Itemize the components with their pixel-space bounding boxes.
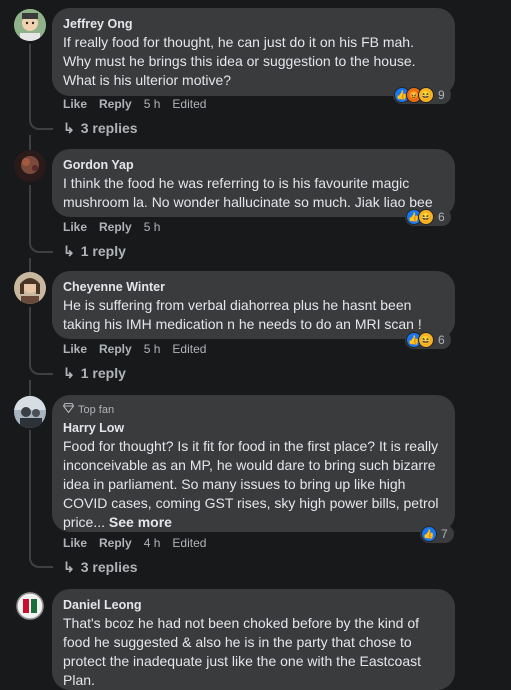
comment-bubble: Jeffrey Ong If really food for thought, … (52, 8, 455, 96)
thread-line (29, 135, 31, 150)
comment-timestamp[interactable]: 5 h (144, 97, 161, 111)
like-button[interactable]: Like (63, 342, 87, 356)
reply-arrow-icon: ↳ (63, 243, 75, 259)
avatar[interactable] (14, 9, 46, 41)
comment-actions: Like Reply 5 h Edited (63, 97, 206, 111)
comment-actions: Like Reply 5 h Edited (63, 342, 206, 356)
comment-timestamp[interactable]: 5 h (144, 220, 161, 234)
reaction-summary[interactable]: 👍 7 (420, 525, 454, 543)
diamond-icon (62, 402, 75, 417)
thread-connector (29, 185, 53, 253)
comment-author[interactable]: Harry Low (63, 420, 443, 436)
edited-label: Edited (172, 536, 207, 550)
thread-connector (29, 44, 53, 130)
thumbs-up-icon: 👍 (421, 526, 437, 542)
thread-connector (29, 430, 53, 568)
avatar[interactable] (14, 272, 46, 304)
edited-label: Edited (172, 342, 207, 356)
comment-text: That's bcoz he had not been choked befor… (63, 615, 422, 688)
top-fan-label: Top fan (78, 404, 115, 416)
haha-face-icon: 😆 (418, 332, 434, 348)
avatar[interactable] (14, 396, 46, 428)
view-replies-link[interactable]: ↳ 1 reply (63, 364, 126, 382)
comment-bubble: Daniel Leong That's bcoz he had not been… (52, 589, 455, 690)
reaction-count: 9 (438, 88, 445, 102)
view-replies-link[interactable]: ↳ 3 replies (63, 119, 138, 137)
reply-button[interactable]: Reply (99, 220, 132, 234)
comment-bubble: Top fan Harry Low Food for thought? Is i… (52, 395, 455, 532)
reaction-count: 7 (441, 527, 448, 541)
edited-label: Edited (172, 97, 207, 111)
like-button[interactable]: Like (63, 97, 87, 111)
comment-author[interactable]: Cheyenne Winter (63, 279, 443, 295)
avatar[interactable] (14, 150, 46, 182)
comment-timestamp[interactable]: 5 h (144, 342, 161, 356)
haha-face-icon: 😆 (418, 87, 434, 103)
thread-line (29, 258, 31, 272)
comment-author[interactable]: Gordon Yap (63, 157, 443, 173)
reaction-summary[interactable]: 👍 😆 6 (405, 208, 451, 226)
replies-count: 1 reply (80, 365, 126, 381)
avatar[interactable] (14, 590, 46, 622)
view-replies-link[interactable]: ↳ 1 reply (63, 242, 126, 260)
reaction-summary[interactable]: 👍 😡 😆 9 (393, 86, 451, 104)
reply-arrow-icon: ↳ (63, 120, 75, 136)
comment-text: I think the food he was referring to is … (63, 175, 433, 210)
replies-count: 1 reply (80, 243, 126, 259)
comment-bubble: Gordon Yap I think the food he was refer… (52, 149, 455, 217)
like-button[interactable]: Like (63, 536, 87, 550)
reply-arrow-icon: ↳ (63, 365, 75, 381)
haha-face-icon: 😆 (418, 209, 434, 225)
reaction-summary[interactable]: 👍 😆 6 (405, 331, 451, 349)
reply-button[interactable]: Reply (99, 97, 132, 111)
thread-line (29, 380, 31, 396)
replies-count: 3 replies (80, 120, 138, 136)
comment-text: If really food for thought, he can just … (63, 34, 416, 88)
thread-connector (29, 307, 53, 375)
top-fan-badge: Top fan (62, 402, 443, 417)
reply-button[interactable]: Reply (99, 536, 132, 550)
comment-bubble: Cheyenne Winter He is suffering from ver… (52, 271, 455, 339)
see-more-link[interactable]: See more (109, 514, 172, 530)
comment-actions: Like Reply 4 h Edited (63, 536, 206, 550)
comment-text: He is suffering from verbal diahorrea pl… (63, 297, 422, 332)
view-replies-link[interactable]: ↳ 3 replies (63, 558, 138, 576)
comment-timestamp[interactable]: 4 h (144, 536, 161, 550)
comment-actions: Like Reply 5 h (63, 220, 160, 234)
replies-count: 3 replies (80, 559, 138, 575)
reply-button[interactable]: Reply (99, 342, 132, 356)
comment-author[interactable]: Daniel Leong (63, 597, 443, 613)
like-button[interactable]: Like (63, 220, 87, 234)
reply-arrow-icon: ↳ (63, 559, 75, 575)
comment-author[interactable]: Jeffrey Ong (63, 16, 443, 32)
comment-text: Food for thought? Is it fit for food in … (63, 437, 443, 532)
reaction-count: 6 (438, 210, 445, 224)
reaction-count: 6 (438, 333, 445, 347)
